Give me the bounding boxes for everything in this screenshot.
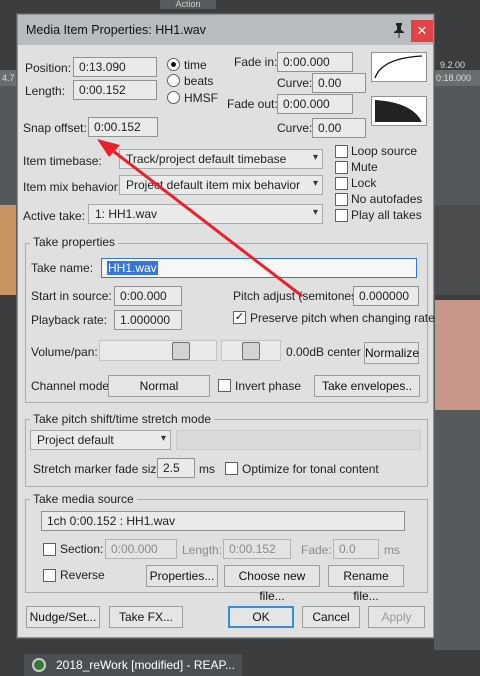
reaper-app-icon	[32, 658, 46, 672]
taskbar-item-label: 2018_reWork [modified] - REAP...	[56, 658, 235, 672]
annotation-arrow	[97, 139, 303, 298]
taskbar-item[interactable]: 2018_reWork [modified] - REAP...	[24, 654, 242, 676]
